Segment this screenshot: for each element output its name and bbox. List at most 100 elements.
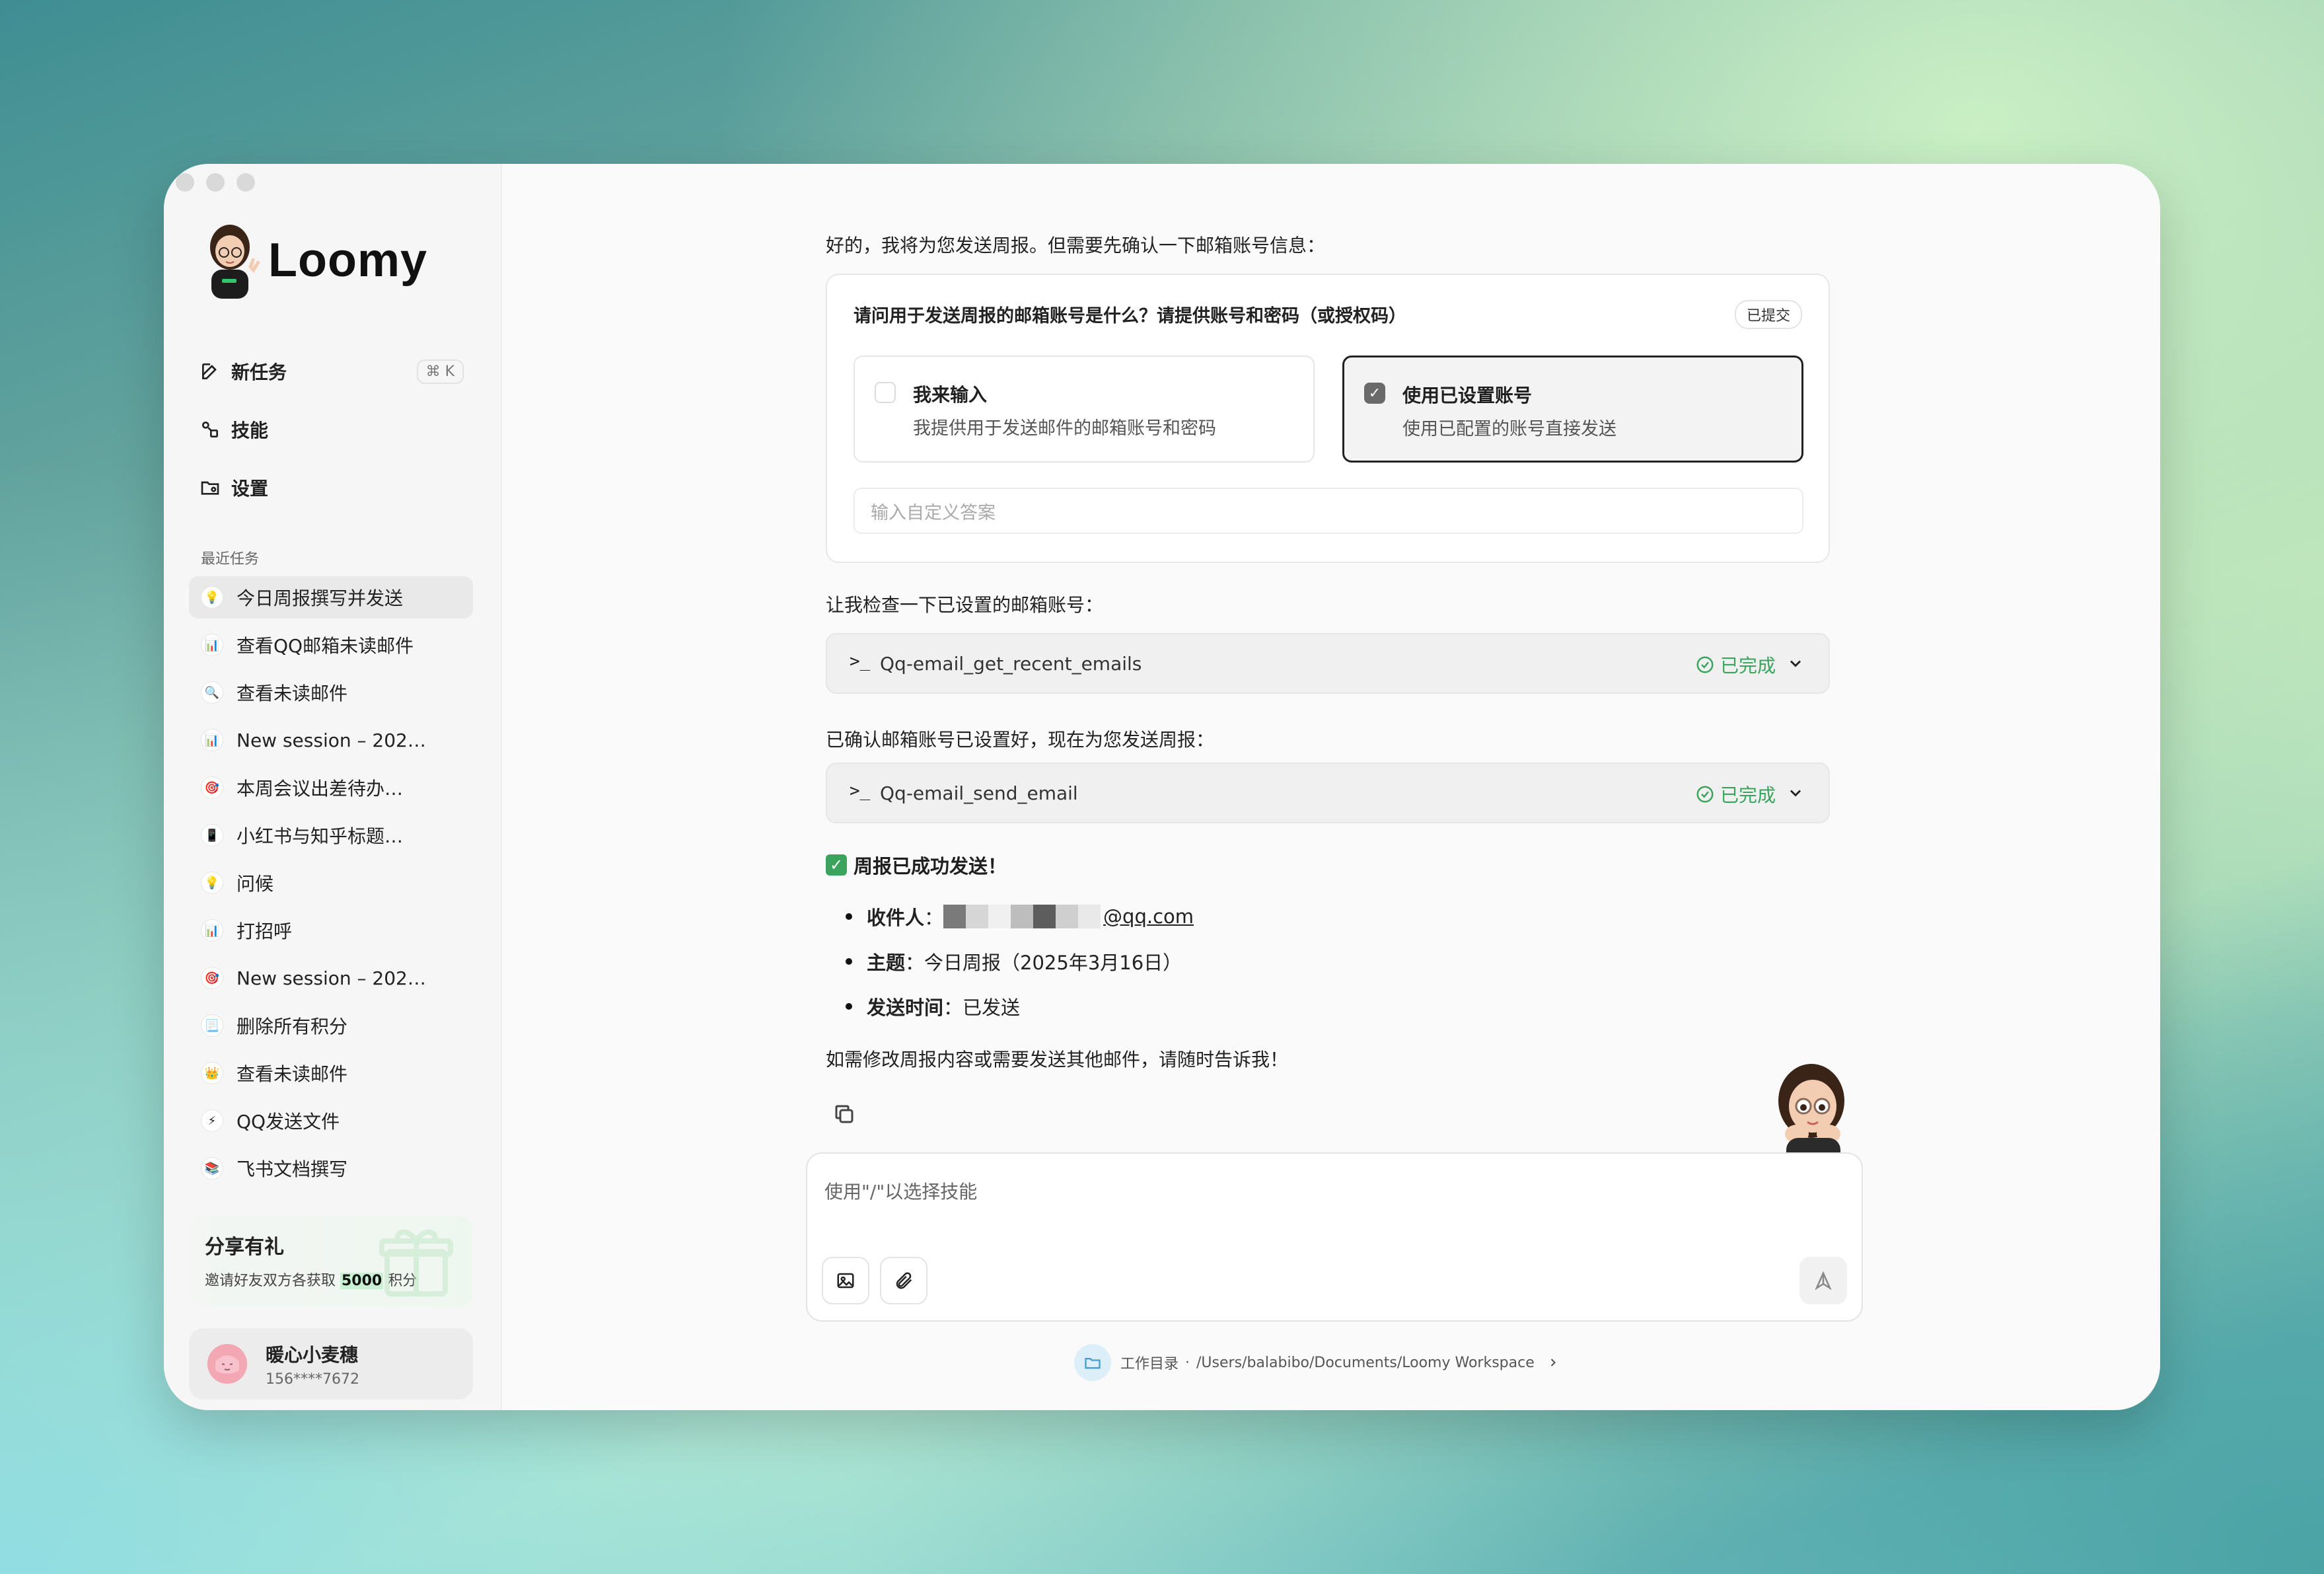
question-card: 请问用于发送周报的邮箱账号是什么？请提供账号和密码（或授权码） 已提交 我来输入… — [826, 274, 1830, 563]
subject-label: 主题 — [867, 952, 906, 974]
chart-icon: 📊 — [201, 919, 223, 942]
sidebar: Loomy 新任务 ⌘ K 技能 设置 最近任务 💡 今日周报撰写并发送 📊 查看Q… — [164, 164, 502, 1410]
recent-task-label: QQ发送文件 — [236, 1111, 340, 1133]
recent-task-label: 打招呼 — [236, 920, 293, 942]
recent-task-item[interactable]: 💡 今日周报撰写并发送 — [189, 576, 473, 618]
tool-status: 已完成 — [1695, 781, 1776, 807]
recent-task-label: New session – 202… — [236, 967, 426, 989]
recent-task-item[interactable]: 📊 打招呼 — [189, 909, 473, 952]
message-composer[interactable]: 使用"/"以选择技能 — [806, 1152, 1863, 1322]
folder-icon — [1074, 1344, 1111, 1381]
recent-task-item[interactable]: 👑 查看未读邮件 — [189, 1052, 473, 1094]
document-icon: 📃 — [201, 1014, 223, 1037]
send-button[interactable] — [1799, 1257, 1847, 1304]
tool-status-label: 已完成 — [1720, 655, 1776, 677]
share-promo-card[interactable]: 分享有礼 邀请好友双方各获取 5000 积分 — [189, 1216, 473, 1307]
recent-task-item[interactable]: 📚 飞书文档撰写 — [189, 1147, 473, 1189]
app-window: Loomy 新任务 ⌘ K 技能 设置 最近任务 💡 今日周报撰写并发送 📊 查看Q… — [164, 164, 2160, 1410]
target-icon: 🎯 — [201, 776, 223, 799]
recent-task-label: 查看QQ邮箱未读邮件 — [236, 635, 414, 657]
terminal-icon: >_ — [850, 781, 871, 801]
zoom-window-button[interactable] — [236, 173, 255, 192]
custom-answer-input[interactable]: 输入自定义答案 — [853, 488, 1803, 534]
app-name: Loomy — [268, 234, 428, 287]
terminal-icon: >_ — [850, 652, 871, 671]
recipient-email-link[interactable]: @qq.com — [1103, 905, 1194, 928]
recent-task-item[interactable]: 💡 问候 — [189, 862, 473, 904]
books-icon: 📚 — [201, 1157, 223, 1180]
recent-task-label: 查看未读邮件 — [236, 1063, 348, 1085]
recent-tasks-label: 最近任务 — [201, 551, 260, 568]
recent-task-item[interactable]: 📃 删除所有积分 — [189, 1004, 473, 1047]
composer-input[interactable]: 使用"/"以选择技能 — [824, 1178, 977, 1204]
user-profile[interactable]: 暖心小麦穗 156****7672 — [189, 1328, 473, 1400]
chevron-down-icon[interactable] — [1786, 654, 1805, 673]
attach-file-button[interactable] — [880, 1257, 927, 1304]
workspace-directory[interactable]: 工作目录 · /Users/balabibo/Documents/Loomy W… — [1074, 1344, 1560, 1381]
subject-value: 今日周报（2025年3月16日） — [924, 952, 1182, 974]
skills-label: 技能 — [231, 420, 269, 441]
lightbulb-icon: 💡 — [201, 586, 223, 609]
recent-task-label: 本周会议出差待办… — [236, 778, 404, 800]
subject-line: 主题： 今日周报（2025年3月16日） — [846, 948, 1182, 975]
search-icon: 🔍 — [201, 681, 223, 704]
option-use-configured-account[interactable]: ✓ 使用已设置账号 使用已配置的账号直接发送 — [1342, 356, 1803, 463]
option-description: 使用已配置的账号直接发送 — [1402, 419, 1616, 439]
chevron-right-icon — [1550, 1359, 1556, 1367]
recent-task-label: 飞书文档撰写 — [236, 1158, 348, 1180]
window-controls — [176, 173, 255, 192]
chevron-down-icon[interactable] — [1786, 784, 1805, 802]
tool-status: 已完成 — [1695, 652, 1776, 678]
recent-task-item[interactable]: 📱 小红书与知乎标题… — [189, 814, 473, 856]
option-manual-input[interactable]: 我来输入 我提供用于发送邮件的邮箱账号和密码 — [853, 356, 1315, 463]
tool-call-get-recent-emails[interactable]: >_ Qq-email_get_recent_emails 已完成 — [826, 633, 1830, 694]
chat-main: 好的，我将为您发送周报。但需要先确认一下邮箱账号信息： 请问用于发送周报的邮箱账… — [502, 164, 2160, 1410]
chart-icon: 📊 — [201, 729, 223, 751]
question-title: 请问用于发送周报的邮箱账号是什么？请提供账号和密码（或授权码） — [853, 306, 1406, 326]
recent-task-item[interactable]: 🎯 本周会议出差待办… — [189, 767, 473, 809]
closing-text: 如需修改周报内容或需要发送其他邮件，请随时告诉我！ — [826, 1049, 1289, 1070]
lightbulb-icon: 💡 — [201, 872, 223, 894]
minimize-window-button[interactable] — [206, 173, 225, 192]
close-window-button[interactable] — [176, 173, 194, 192]
avatar — [207, 1344, 247, 1384]
tool-name: Qq-email_get_recent_emails — [880, 653, 1142, 675]
recipient-line: 收件人： @qq.com — [846, 903, 1194, 930]
attach-image-button[interactable] — [822, 1257, 869, 1304]
option-title: 我来输入 — [913, 384, 988, 406]
paperclip-icon — [896, 1272, 912, 1289]
skills-nav-item[interactable]: 技能 — [200, 400, 464, 459]
mascot-logo-icon — [200, 221, 263, 300]
assistant-intro: 好的，我将为您发送周报。但需要先确认一下邮箱账号信息： — [826, 235, 1326, 256]
send-icon — [1815, 1271, 1832, 1291]
lightning-icon: ⚡ — [201, 1109, 223, 1132]
recent-tasks-list: 💡 今日周报撰写并发送 📊 查看QQ邮箱未读邮件 🔍 查看未读邮件 📊 New sess… — [189, 576, 473, 1195]
image-icon — [837, 1273, 854, 1289]
colon: ： — [924, 907, 944, 929]
new-task-button[interactable]: 新任务 ⌘ K — [200, 342, 464, 400]
recent-task-item[interactable]: 📊 New session – 202… — [189, 719, 473, 761]
recipient-label: 收件人 — [867, 907, 925, 929]
phone-icon: 📱 — [201, 824, 223, 846]
checkbox-checked[interactable]: ✓ — [1364, 383, 1385, 404]
recent-task-item[interactable]: 📊 查看QQ邮箱未读邮件 — [189, 624, 473, 666]
workdir-path: /Users/balabibo/Documents/Loomy Workspac… — [1196, 1354, 1535, 1371]
settings-nav-item[interactable]: 设置 — [200, 459, 464, 517]
user-phone: 156****7672 — [266, 1370, 359, 1388]
edit-icon — [202, 363, 217, 379]
primary-nav: 新任务 ⌘ K 技能 设置 — [200, 342, 464, 517]
copy-icon[interactable] — [832, 1102, 856, 1126]
recent-task-item[interactable]: ⚡ QQ发送文件 — [189, 1100, 473, 1142]
recent-task-item[interactable]: 🔍 查看未读邮件 — [189, 671, 473, 714]
tool-call-send-email[interactable]: >_ Qq-email_send_email 已完成 — [826, 763, 1830, 823]
workdir-label: 工作目录 — [1120, 1356, 1179, 1372]
settings-label: 设置 — [231, 478, 269, 500]
option-description: 我提供用于发送邮件的邮箱账号和密码 — [913, 418, 1216, 439]
brand[interactable]: Loomy — [200, 221, 427, 300]
checkbox[interactable] — [875, 382, 896, 403]
gift-icon — [379, 1229, 453, 1296]
send-time-line: 发送时间： 已发送 — [846, 993, 1020, 1020]
recent-task-label: New session – 202… — [236, 729, 426, 751]
recent-task-item[interactable]: 🎯 New session – 202… — [189, 957, 473, 999]
submitted-badge: 已提交 — [1734, 300, 1802, 329]
